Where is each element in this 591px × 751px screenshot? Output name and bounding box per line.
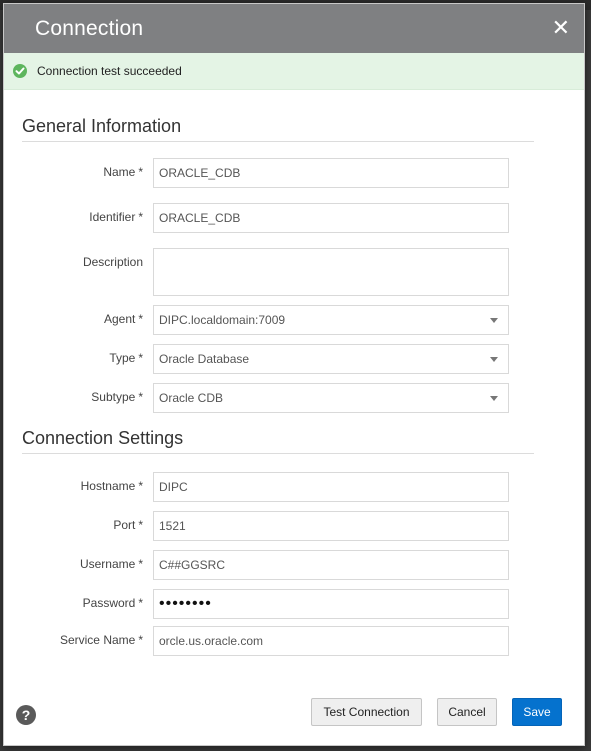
dialog-titlebar: Connection ✕	[4, 4, 584, 53]
agent-row: Agent * DIPC.localdomain:7009	[4, 305, 586, 335]
service-name-row: Service Name * orcle.us.oracle.com	[4, 626, 586, 656]
general-information-heading: General Information	[22, 116, 534, 142]
identifier-row: Identifier * ORACLE_CDB	[4, 203, 586, 233]
name-label: Name *	[103, 165, 143, 179]
description-textarea[interactable]	[153, 248, 509, 296]
type-select-value: Oracle Database	[159, 352, 250, 366]
subtype-label: Subtype *	[91, 390, 143, 404]
subtype-select[interactable]: Oracle CDB	[153, 383, 509, 413]
banner-message: Connection test succeeded	[37, 64, 182, 78]
identifier-label: Identifier *	[89, 210, 143, 224]
chevron-down-icon	[490, 396, 498, 401]
description-row: Description	[4, 248, 586, 296]
close-icon[interactable]: ✕	[552, 17, 570, 40]
port-label: Port *	[113, 518, 143, 532]
agent-select[interactable]: DIPC.localdomain:7009	[153, 305, 509, 335]
chevron-down-icon	[490, 318, 498, 323]
identifier-input[interactable]: ORACLE_CDB	[153, 203, 509, 233]
name-input[interactable]: ORACLE_CDB	[153, 158, 509, 188]
subtype-select-value: Oracle CDB	[159, 391, 224, 405]
help-icon[interactable]: ?	[16, 705, 36, 725]
type-label: Type *	[109, 351, 143, 365]
hostname-row: Hostname * DIPC	[4, 472, 586, 502]
password-row: Password * ••••••••	[4, 589, 586, 619]
username-row: Username * C##GGSRC	[4, 550, 586, 580]
dialog-footer: ? Test Connection Cancel Save	[4, 685, 586, 745]
service-name-input[interactable]: orcle.us.oracle.com	[153, 626, 509, 656]
description-label: Description	[82, 255, 143, 269]
username-label: Username *	[79, 557, 143, 571]
subtype-row: Subtype * Oracle CDB	[4, 383, 586, 413]
chevron-down-icon	[490, 357, 498, 362]
hostname-input[interactable]: DIPC	[153, 472, 509, 502]
service-name-label: Service Name *	[59, 633, 143, 647]
agent-label: Agent *	[103, 312, 143, 326]
type-row: Type * Oracle Database	[4, 344, 586, 374]
cancel-button[interactable]: Cancel	[437, 698, 497, 726]
agent-select-value: DIPC.localdomain:7009	[159, 313, 286, 327]
port-input[interactable]: 1521	[153, 511, 509, 541]
success-banner: Connection test succeeded	[4, 53, 584, 90]
check-circle-icon	[12, 63, 28, 79]
password-input[interactable]: ••••••••	[153, 589, 509, 619]
test-connection-button[interactable]: Test Connection	[311, 698, 422, 726]
dialog-title: Connection	[35, 16, 144, 40]
type-select[interactable]: Oracle Database	[153, 344, 509, 374]
connection-settings-heading: Connection Settings	[22, 428, 534, 454]
name-row: Name * ORACLE_CDB	[4, 158, 586, 188]
connection-dialog: Connection ✕ Connection test succeeded G…	[3, 3, 585, 746]
password-label: Password *	[82, 596, 143, 610]
username-input[interactable]: C##GGSRC	[153, 550, 509, 580]
hostname-label: Hostname *	[80, 479, 143, 493]
port-row: Port * 1521	[4, 511, 586, 541]
save-button[interactable]: Save	[512, 698, 562, 726]
